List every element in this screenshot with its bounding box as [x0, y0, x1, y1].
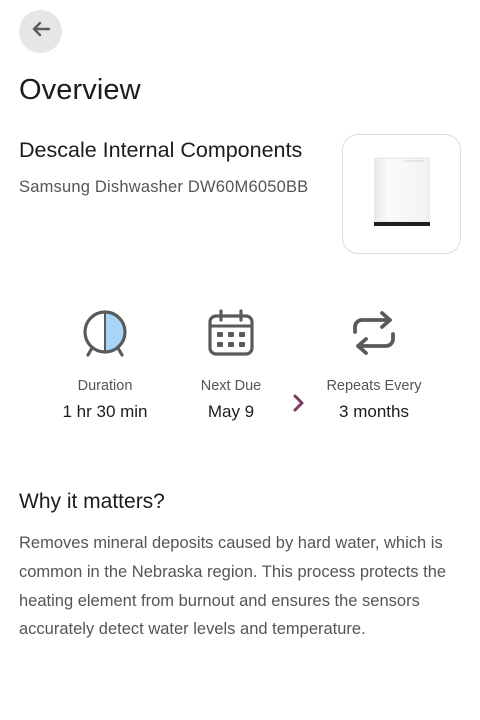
page-title: Overview [19, 74, 141, 106]
duration-value: 1 hr 30 min [62, 402, 148, 421]
arrow-left-icon [31, 21, 51, 42]
back-button[interactable] [19, 10, 62, 53]
next-due-stat[interactable]: Next Due May 9 [166, 308, 296, 422]
chevron-right-icon[interactable] [288, 392, 308, 414]
repeat-icon [349, 310, 399, 361]
repeats-value: 3 months [339, 402, 409, 421]
next-due-label: Next Due [200, 378, 262, 394]
why-it-matters-title: Why it matters? [19, 490, 165, 513]
dishwasher-image [372, 155, 432, 234]
why-it-matters-body: Removes mineral deposits caused by hard … [19, 534, 447, 639]
device-image-card [342, 134, 461, 254]
duration-stat: Duration 1 hr 30 min [40, 308, 170, 422]
device-name: Samsung Dishwasher DW60M6050BB [19, 178, 309, 196]
next-due-value: May 9 [207, 402, 255, 421]
timer-icon [80, 307, 130, 364]
duration-label: Duration [77, 378, 133, 394]
calendar-icon [207, 308, 255, 363]
repeats-label: Repeats Every [326, 378, 422, 394]
task-title: Descale Internal Components [19, 138, 303, 162]
repeats-stat: Repeats Every 3 months [309, 308, 439, 422]
